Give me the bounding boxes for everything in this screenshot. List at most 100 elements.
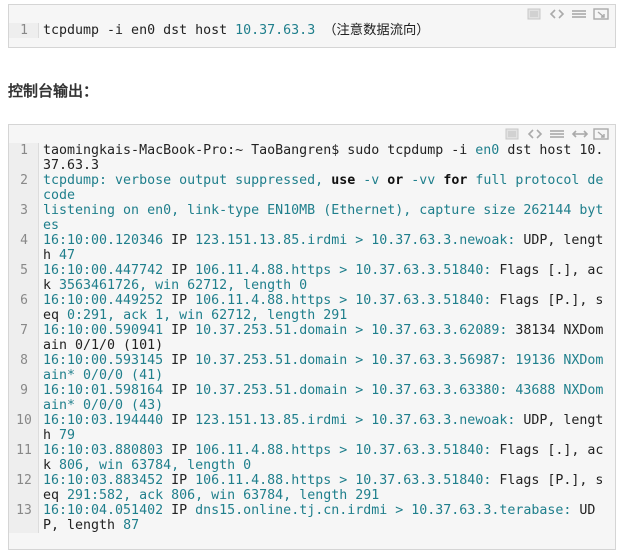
- popup-icon[interactable]: [593, 8, 609, 20]
- line-number: 9: [20, 383, 28, 398]
- code-token: 10.37.253.51.domain > 10.37.63.3.62089:: [195, 323, 516, 338]
- popup-icon[interactable]: [593, 128, 609, 140]
- code-token: 16:10:03.883452: [43, 473, 172, 488]
- code-line-text: 16:10:00.120346 IP 123.151.13.85.irdmi >…: [43, 233, 604, 263]
- code-line: 6 16:10:00.449252 IP 106.11.4.88.https > …: [9, 293, 615, 323]
- code-snippet-command: 1 tcpdump -i en0 dst host 10.37.63.3 （注意数…: [8, 4, 616, 48]
- code-line-text: 16:10:00.449252 IP 106.11.4.88.https > 1…: [43, 293, 604, 323]
- line-number: 11: [16, 443, 32, 458]
- line-number: 3: [20, 203, 28, 218]
- code-token: 16:10:04.051402: [43, 503, 172, 518]
- code-icon[interactable]: [527, 128, 543, 140]
- code-line: 10 16:10:03.194440 IP 123.151.13.85.irdmi…: [9, 413, 615, 443]
- code-line-text: 16:10:00.593145 IP 10.37.253.51.domain >…: [43, 353, 604, 383]
- code-line: 5 16:10:00.447742 IP 106.11.4.88.https > …: [9, 263, 615, 293]
- code-line: 9 16:10:01.598164 IP 10.37.253.51.domain …: [9, 383, 615, 413]
- snippet-toolbar: [9, 125, 615, 143]
- code-token: 47: [59, 248, 76, 263]
- code-line-text: 16:10:00.590941 IP 10.37.253.51.domain >…: [43, 323, 604, 353]
- code-line: 13 16:10:04.051402 IP dns15.online.tj.cn.…: [9, 503, 615, 533]
- code-token: dns15.online.tj.cn.irdmi > 10.37.63.3.te…: [195, 503, 580, 518]
- code-token: tcpdump -i en0 dst host: [43, 23, 236, 38]
- code-token: or: [387, 173, 404, 188]
- wrap-icon[interactable]: [549, 128, 565, 140]
- code-icon[interactable]: [549, 8, 565, 20]
- code-token: IP: [171, 473, 196, 488]
- code-token: 106.11.4.88.https > 10.37.63.3.51840:: [195, 473, 500, 488]
- code-line: 2 tcpdump: verbose output suppressed, use…: [9, 173, 615, 203]
- code-line-text: 16:10:04.051402 IP dns15.online.tj.cn.ir…: [43, 503, 604, 533]
- code-token: en0: [475, 143, 500, 158]
- code-token: listening on en0, link-type EN10MB (Ethe…: [43, 203, 604, 233]
- code-token: for: [443, 173, 468, 188]
- code-line-text: 16:10:03.880803 IP 106.11.4.88.https > 1…: [43, 443, 604, 473]
- code-area: 1 taomingkais-MacBook-Pro:~ TaoBangren$ s…: [9, 143, 615, 533]
- code-token: 16:10:03.880803: [43, 443, 172, 458]
- code-line-text: listening on en0, link-type EN10MB (Ethe…: [43, 203, 604, 233]
- snippet-toolbar: [9, 5, 615, 23]
- line-number: 1: [20, 23, 28, 38]
- section-heading: 控制台输出：: [8, 82, 99, 100]
- line-number: 5: [20, 263, 28, 278]
- code-token: 16:10:00.120346: [43, 233, 172, 248]
- code-line-text: 16:10:03.883452 IP 106.11.4.88.https > 1…: [43, 473, 604, 503]
- code-token: IP: [171, 443, 196, 458]
- code-token: IP: [171, 263, 196, 278]
- code-token: use: [331, 173, 356, 188]
- line-number: 12: [16, 473, 32, 488]
- code-token: 87: [123, 518, 140, 533]
- line-number: 1: [20, 143, 28, 158]
- code-token: tcpdump: verbose output suppressed,: [43, 173, 332, 188]
- line-number: 2: [20, 173, 28, 188]
- line-number: 4: [20, 233, 28, 248]
- code-token: IP: [171, 383, 196, 398]
- code-line: 7 16:10:00.590941 IP 10.37.253.51.domain …: [9, 323, 615, 353]
- code-line-text: taomingkais-MacBook-Pro:~ TaoBangren$ su…: [43, 143, 604, 173]
- view-source-icon[interactable]: [527, 8, 543, 20]
- code-token: 16:10:01.598164: [43, 383, 172, 398]
- code-line: 1 tcpdump -i en0 dst host 10.37.63.3 （注意数…: [9, 23, 615, 38]
- code-token: 16:10:00.590941: [43, 323, 172, 338]
- line-number: 7: [20, 323, 28, 338]
- code-token: IP: [171, 293, 196, 308]
- code-line: 3 listening on en0, link-type EN10MB (Eth…: [9, 203, 615, 233]
- code-token: 806, win 63784, length 0: [59, 458, 252, 473]
- code-token: 106.11.4.88.https > 10.37.63.3.51840:: [195, 293, 500, 308]
- code-token: -vv: [403, 173, 444, 188]
- code-token: 16:10:03.194440: [43, 413, 172, 428]
- code-token: 123.151.13.85.irdmi > 10.37.63.3.newoak:: [195, 233, 524, 248]
- code-token: 16:10:00.593145: [43, 353, 172, 368]
- code-area: 1 tcpdump -i en0 dst host 10.37.63.3 （注意数…: [9, 23, 615, 38]
- code-token: 106.11.4.88.https > 10.37.63.3.51840:: [195, 263, 500, 278]
- wrap-icon[interactable]: [571, 8, 587, 20]
- line-number: 10: [16, 413, 32, 428]
- code-token: 16:10:00.449252: [43, 293, 172, 308]
- code-line: 8 16:10:00.593145 IP 10.37.253.51.domain …: [9, 353, 615, 383]
- code-line: 4 16:10:00.120346 IP 123.151.13.85.irdmi …: [9, 233, 615, 263]
- code-line-text: 16:10:01.598164 IP 10.37.253.51.domain >…: [43, 383, 604, 413]
- code-line-text: 16:10:00.447742 IP 106.11.4.88.https > 1…: [43, 263, 604, 293]
- code-token: 106.11.4.88.https > 10.37.63.3.51840:: [195, 443, 500, 458]
- code-line-text: tcpdump: verbose output suppressed, use …: [43, 173, 604, 203]
- expand-icon[interactable]: [571, 128, 589, 140]
- code-token: IP: [171, 413, 196, 428]
- code-token: IP: [171, 323, 196, 338]
- code-token: IP: [171, 503, 196, 518]
- code-token: 10.37.63.3: [235, 23, 316, 38]
- code-token: -v: [355, 173, 388, 188]
- code-token: 0:291, ack 1, win 62712, length 291: [67, 308, 348, 323]
- code-line: 1 taomingkais-MacBook-Pro:~ TaoBangren$ s…: [9, 143, 615, 173]
- code-line: 12 16:10:03.883452 IP 106.11.4.88.https >…: [9, 473, 615, 503]
- code-token: 291:582, ack 806, win 63784, length 291: [67, 488, 380, 503]
- code-token: 16:10:00.447742: [43, 263, 172, 278]
- view-source-icon[interactable]: [505, 128, 521, 140]
- code-token: taomingkais-MacBook-Pro:~ TaoBangren$ su…: [43, 143, 476, 158]
- code-snippet-console-output: 1 taomingkais-MacBook-Pro:~ TaoBangren$ s…: [8, 124, 616, 550]
- code-token: IP: [171, 233, 196, 248]
- line-number: 13: [16, 503, 32, 518]
- line-number: 6: [20, 293, 28, 308]
- code-line-text: 16:10:03.194440 IP 123.151.13.85.irdmi >…: [43, 413, 604, 443]
- code-token: 79: [59, 428, 76, 443]
- line-number: 8: [20, 353, 28, 368]
- code-token: 123.151.13.85.irdmi > 10.37.63.3.newoak:: [195, 413, 524, 428]
